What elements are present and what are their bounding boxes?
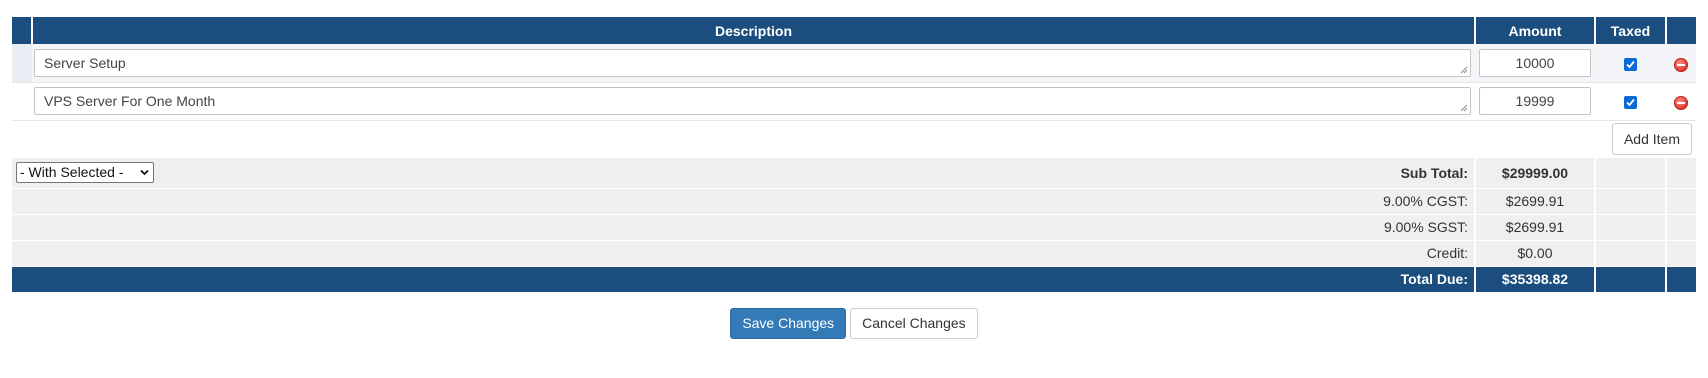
minus-circle-icon[interactable] (1674, 57, 1688, 72)
subtotal-label: Sub Total: (1400, 164, 1468, 181)
credit-value: $0.00 (1474, 240, 1595, 267)
amount-field[interactable]: 10000 (1479, 48, 1591, 77)
form-actions: Save Changes Cancel Changes (0, 308, 1708, 339)
header-amount: Amount (1474, 17, 1595, 44)
header-select-column (12, 17, 32, 44)
sgst-label: 9.00% SGST: (12, 214, 1475, 241)
cgst-row: 9.00% CGST: $2699.91 (12, 188, 1696, 215)
add-item-button[interactable]: Add Item (1611, 123, 1692, 156)
header-taxed: Taxed (1594, 17, 1666, 44)
cgst-value: $2699.91 (1474, 188, 1595, 215)
table-row: Server Setup 10000 (12, 44, 1696, 83)
table-row: VPS Server For One Month 19999 (12, 82, 1696, 121)
with-selected-select[interactable]: - With Selected - (16, 162, 154, 183)
resize-grip-icon[interactable] (1460, 104, 1468, 112)
description-field[interactable]: VPS Server For One Month (34, 87, 1471, 115)
total-due-row: Total Due: $35398.82 (12, 266, 1696, 292)
subtotal-row: - With Selected - Sub Total: $29999.00 (12, 158, 1696, 189)
credit-row: Credit: $0.00 (12, 240, 1696, 267)
table-header-row: Description Amount Taxed (12, 17, 1696, 44)
taxed-checkbox[interactable] (1624, 57, 1637, 71)
taxed-checkbox[interactable] (1624, 95, 1637, 109)
sgst-row: 9.00% SGST: $2699.91 (12, 214, 1696, 241)
description-text: Server Setup (44, 54, 126, 71)
sgst-value: $2699.91 (1474, 214, 1595, 241)
total-due-value: $35398.82 (1474, 266, 1595, 292)
subtotal-value: $29999.00 (1474, 158, 1595, 189)
total-due-label: Total Due: (12, 266, 1475, 292)
minus-circle-icon[interactable] (1674, 96, 1688, 111)
invoice-items-editor: Description Amount Taxed Server Setup 10… (0, 0, 1708, 378)
resize-grip-icon[interactable] (1460, 66, 1468, 74)
add-item-row: Add Item (12, 120, 1696, 158)
checkmark-icon (1626, 60, 1635, 68)
invoice-items-table: Description Amount Taxed Server Setup 10… (12, 17, 1696, 292)
header-description: Description (31, 17, 1475, 44)
header-actions-column (1665, 17, 1696, 44)
chevron-down-icon (140, 169, 149, 176)
save-changes-button[interactable]: Save Changes (730, 308, 847, 339)
cgst-label: 9.00% CGST: (12, 188, 1475, 215)
row-select-cell[interactable] (12, 82, 32, 121)
checkmark-icon (1626, 98, 1635, 107)
row-select-cell[interactable] (12, 44, 32, 83)
with-selected-value: - With Selected - (20, 164, 124, 180)
description-field[interactable]: Server Setup (34, 48, 1471, 77)
amount-field[interactable]: 19999 (1479, 87, 1591, 115)
description-text: VPS Server For One Month (44, 93, 216, 109)
cancel-changes-button[interactable]: Cancel Changes (850, 308, 978, 339)
credit-label: Credit: (12, 240, 1475, 267)
